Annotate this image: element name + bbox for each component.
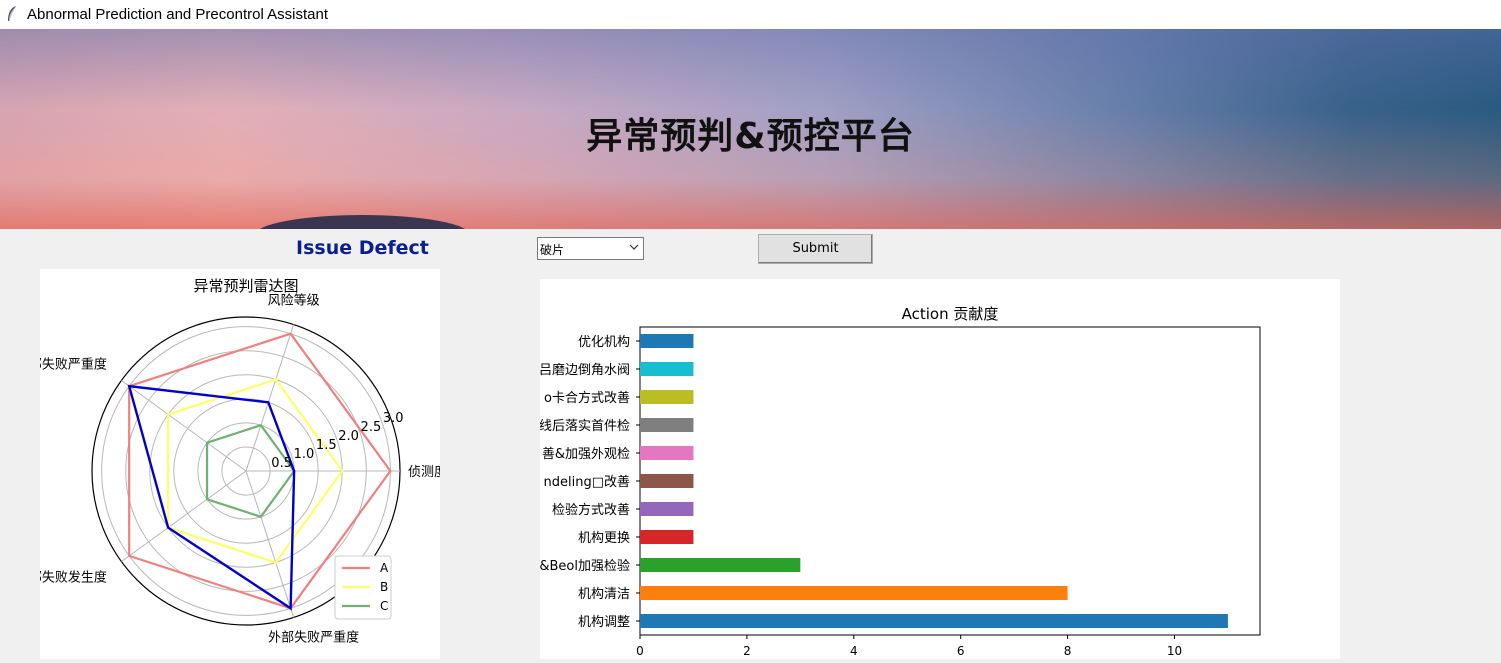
radar-axis-label: 内部失败严重度 [40,356,107,372]
radar-legend-label: B [380,580,388,594]
bar [640,502,694,516]
bar-category-label: ndeling□改善 [544,474,631,490]
defect-select-value: 破片 [540,243,565,257]
bar-x-tick-label: 10 [1167,644,1182,658]
radar-legend-label: A [380,561,389,575]
chevron-down-icon[interactable] [629,242,639,252]
bar-chart-panel: Action 贡献度机构调整 机构清洁 &Beol加强检验 机构更换 检验方式改善 nde… [539,279,1340,659]
bar [640,530,694,544]
bar [640,446,694,460]
bar-x-tick-label: 4 [850,644,858,658]
radar-tick-label: 1.0 [294,447,315,462]
bar-category-label: o卡合方式改善 [544,390,630,406]
radar-axis-label: 外部失败严重度 [268,629,359,645]
defect-select[interactable]: 破片 [537,237,644,260]
page-title: 异常预判&预控平台 [586,116,915,157]
bar-x-tick-label: 0 [636,644,644,658]
feather-icon [8,5,17,22]
bar-category-label: 检验方式改善 [552,502,630,518]
bar-category-label: &Beol加强检验 [540,558,630,574]
radar-chart-title: 异常预判雷达图 [193,277,298,295]
title-bar: Abnormal Prediction and Precontrol Assis… [0,0,1501,29]
bar [640,474,694,488]
radar-series-extra [127,384,296,611]
radar-legend-label: C [380,599,388,613]
bar-category-label: 善&加强外观检 [542,446,630,462]
window-title: Abnormal Prediction and Precontrol Assis… [27,6,328,23]
bar-chart-title: Action 贡献度 [902,305,999,323]
bar-category-label: 机构更换 [578,531,630,546]
bar-category-label: 吕磨边倒角水阀 [540,363,630,378]
radar-axis-label: 外部失败发生度 [40,570,107,586]
radar-axis-label: 侦测度 [408,464,440,480]
bar-chart: Action 贡献度机构调整 机构清洁&Beol加强检验 机构更换 检验方式改善 nde… [539,305,1261,658]
radar-tick-label: 2.5 [361,420,382,435]
bar [640,334,694,348]
bar-category-label: 机构调整 [578,615,630,630]
radar-chart: 异常预判雷达图0.51.01.52.02.53.0侦测度风险等级内部失败严重度外… [16,277,447,645]
radar-tick-label: 2.0 [338,429,359,444]
radar-chart-panel: 异常预判雷达图0.51.01.52.02.53.0侦测度风险等级内部失败严重度外… [16,269,447,659]
radar-tick-label: 3.0 [383,411,404,426]
bar [640,418,694,432]
issue-defect-label: Issue Defect [296,237,429,259]
bar [640,586,1068,600]
bar-x-tick-label: 8 [1064,644,1072,658]
bar-category-label: 机构清洁 [578,587,630,602]
header-banner: 异常预判&预控平台 [0,29,1501,229]
bar-category-label: 优化机构 [578,335,630,350]
radar-tick-label: 0.5 [271,456,292,471]
bar [640,558,801,572]
bar-category-label: 线后落实首件检 [540,419,630,434]
radar-tick-label: 1.5 [316,438,337,453]
bar-x-tick-label: 6 [957,644,965,658]
bar [640,362,694,376]
bar [640,390,694,404]
bar [640,614,1228,628]
submit-button[interactable]: Submit [758,234,873,264]
radar-legend: ABC [334,555,392,620]
bar-x-tick-label: 2 [743,644,751,658]
radar-axis-label: 风险等级 [268,293,320,309]
